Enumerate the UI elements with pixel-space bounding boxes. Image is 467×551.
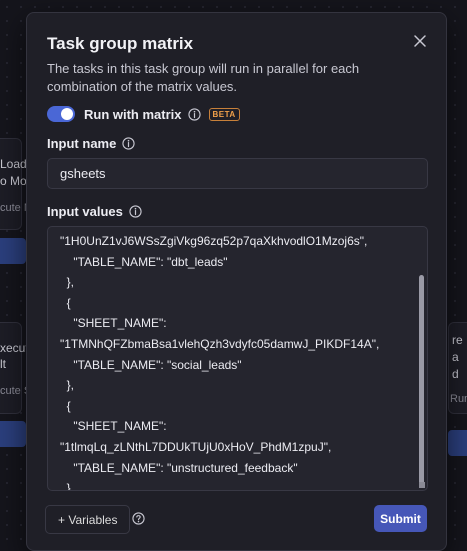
right-node-line2: a bbox=[452, 350, 459, 364]
submit-button[interactable]: Submit bbox=[374, 505, 427, 532]
right-node-line1: re bbox=[452, 333, 463, 347]
input-values-field[interactable]: "1H0UnZ1vJ6WSsZgiVkg96zq52p7qaXkhvodlO1M… bbox=[47, 226, 428, 491]
close-icon[interactable] bbox=[412, 33, 428, 49]
input-name-label: Input name bbox=[47, 136, 117, 151]
run-with-matrix-row: Run with matrix BETA bbox=[47, 106, 240, 122]
resize-handle[interactable] bbox=[419, 482, 425, 488]
info-icon[interactable] bbox=[122, 137, 135, 150]
scrollbar-track[interactable] bbox=[419, 231, 424, 487]
run-with-matrix-toggle[interactable] bbox=[47, 106, 75, 122]
input-values-label-row: Input values bbox=[47, 204, 142, 219]
scrollbar-thumb[interactable] bbox=[419, 275, 424, 487]
left-node-2-line1: xecut bbox=[0, 341, 29, 355]
right-node-button[interactable] bbox=[448, 430, 467, 456]
input-values-text[interactable]: "1H0UnZ1vJ6WSsZgiVkg96zq52p7qaXkhvodlO1M… bbox=[48, 227, 427, 490]
input-values-label: Input values bbox=[47, 204, 123, 219]
input-name-field[interactable] bbox=[47, 158, 428, 189]
info-icon[interactable] bbox=[129, 205, 142, 218]
input-name-label-row: Input name bbox=[47, 136, 135, 151]
left-node-1-button[interactable] bbox=[0, 238, 26, 264]
variables-button[interactable]: + Variables bbox=[45, 505, 131, 534]
help-icon[interactable] bbox=[132, 512, 145, 525]
dialog-description: The tasks in this task group will run in… bbox=[47, 61, 360, 94]
info-icon[interactable] bbox=[187, 107, 201, 121]
right-node-sub: Run bbox=[450, 393, 467, 405]
task-group-matrix-dialog: Task group matrix The tasks in this task… bbox=[26, 12, 447, 551]
right-node-line3: d bbox=[452, 367, 459, 381]
dialog-title: Task group matrix bbox=[47, 34, 194, 53]
dialog-footer: + Variables Submit bbox=[27, 503, 446, 539]
left-node-2-button[interactable] bbox=[0, 421, 26, 447]
variables-button-label: + Variables bbox=[58, 512, 118, 527]
run-with-matrix-label: Run with matrix bbox=[84, 106, 182, 122]
left-node-2-line2: lt bbox=[0, 357, 6, 371]
beta-badge: BETA bbox=[208, 107, 240, 121]
